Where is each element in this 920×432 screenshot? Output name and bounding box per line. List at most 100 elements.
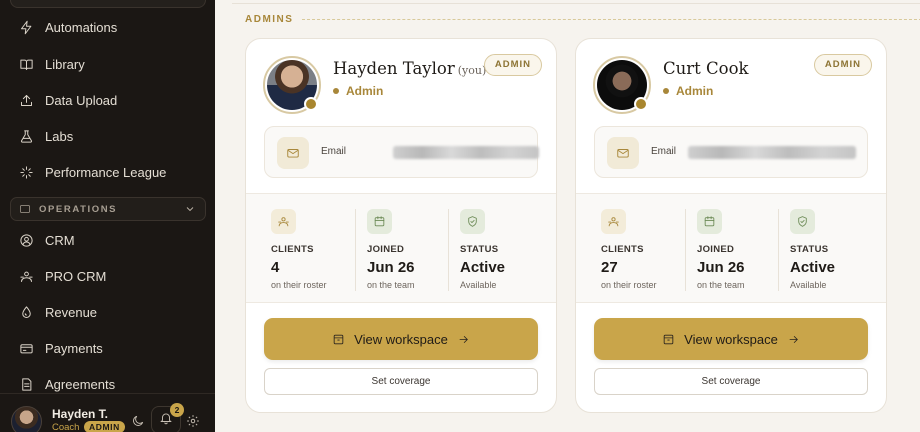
member-name: Hayden Taylor [333,59,455,78]
email-label: Email [321,146,347,157]
shield-check-icon [790,209,815,234]
stat-sub: Available [790,280,827,290]
flask-icon [18,128,34,144]
collapsed-section-header[interactable] [10,0,206,8]
stat-value: Active [790,259,836,276]
stat-sub: on the team [367,280,415,290]
section-label: OPERATIONS [39,203,118,215]
drop-icon [18,304,34,320]
member-role: Admin [663,84,713,98]
users-icon [271,209,296,234]
user-name: Hayden T. [52,407,109,421]
sidebar-item-label: Data Upload [45,92,118,108]
email-redacted [393,146,539,159]
stat-key: JOINED [697,244,735,255]
layers-icon [19,203,31,215]
stat-sub: on the team [697,280,745,290]
admin-pill: ADMIN [483,54,542,76]
stat-value: Active [460,259,506,276]
stat-sub: on their roster [601,280,657,290]
stat-value: Jun 26 [697,259,745,276]
stat-clients: CLIENTS 27 on their roster [601,209,685,291]
sidebar-item-automations[interactable]: Automations [10,12,206,42]
stat-joined: JOINED Jun 26 on the team [685,209,778,291]
stat-status: STATUS Active Available [448,209,548,291]
stat-sub: Available [460,280,497,290]
sidebar-item-revenue[interactable]: Revenue [10,297,206,327]
you-tag: (you) [457,64,487,77]
stats-panel: CLIENTS 27 on their roster JOINED Jun 26… [576,193,886,303]
archive-icon [332,333,345,346]
email-field: Email [594,126,868,178]
stat-key: STATUS [460,244,499,255]
user-role: Coach [52,422,80,432]
header-divider [232,0,920,4]
presence-dot [304,97,318,111]
sidebar-item-crm[interactable]: CRM [10,225,206,255]
zap-icon [18,19,34,35]
card-icon [18,340,34,356]
operations-section-header[interactable]: OPERATIONS [10,197,206,221]
user-circle-icon [18,232,34,248]
view-workspace-button[interactable]: View workspace [264,318,538,360]
button-label: View workspace [354,331,448,347]
arrow-right-icon [787,333,800,346]
member-role: Admin [333,84,383,98]
sidebar-item-label: CRM [45,232,75,248]
sidebar-item-label: Payments [45,340,103,356]
admin-card: Curt Cook Admin ADMIN Email CLIENTS 27 o… [575,38,887,413]
sidebar-item-labs[interactable]: Labs [10,121,206,151]
sidebar: Automations Library Data Upload Labs Per… [0,0,215,432]
sidebar-item-label: Agreements [45,376,116,392]
presence-dot [634,97,648,111]
moon-icon[interactable] [131,414,145,432]
arrow-right-icon [457,333,470,346]
sidebar-item-label: PRO CRM [45,268,107,284]
stat-clients: CLIENTS 4 on their roster [271,209,355,291]
sparkle-icon [18,164,34,180]
sidebar-item-payments[interactable]: Payments [10,333,206,363]
sidebar-item-library[interactable]: Library [10,49,206,79]
sidebar-item-label: Performance League [45,164,167,180]
sidebar-item-performance-league[interactable]: Performance League [10,157,206,187]
sidebar-item-label: Automations [45,19,118,35]
stat-joined: JOINED Jun 26 on the team [355,209,448,291]
set-coverage-button[interactable]: Set coverage [594,368,868,395]
upload-icon [18,92,34,108]
calendar-icon [697,209,722,234]
gear-icon[interactable] [186,414,200,432]
sidebar-item-data-upload[interactable]: Data Upload [10,85,206,115]
set-coverage-button[interactable]: Set coverage [264,368,538,395]
stats-panel: CLIENTS 4 on their roster JOINED Jun 26 … [246,193,556,303]
book-icon [18,56,34,72]
sidebar-item-label: Library [45,56,85,72]
view-workspace-button[interactable]: View workspace [594,318,868,360]
stat-key: JOINED [367,244,405,255]
admin-pill: ADMIN [813,54,872,76]
user-admin-badge: ADMIN [84,421,125,432]
users-icon [601,209,626,234]
sidebar-item-pro-crm[interactable]: PRO CRM [10,261,206,291]
calendar-icon [367,209,392,234]
section-divider [302,19,920,20]
mail-icon [607,137,639,169]
users-icon [18,268,34,284]
avatar[interactable] [11,406,42,432]
section-title: ADMINS [245,14,294,25]
stat-value: 27 [601,259,618,276]
sidebar-item-label: Labs [45,128,74,144]
button-label: View workspace [684,331,778,347]
stat-key: CLIENTS [601,244,644,255]
stat-key: STATUS [790,244,829,255]
stat-value: 4 [271,259,280,276]
stat-sub: on their roster [271,280,327,290]
email-redacted [688,146,856,159]
stat-key: CLIENTS [271,244,314,255]
member-name: Curt Cook [663,59,749,78]
admin-card: Hayden Taylor (you) Admin ADMIN Email CLI… [245,38,557,413]
chevron-down-icon[interactable] [184,203,196,218]
stat-status: STATUS Active Available [778,209,878,291]
notification-count-badge: 2 [170,403,184,417]
sidebar-item-label: Revenue [45,304,98,320]
email-field: Email [264,126,539,178]
